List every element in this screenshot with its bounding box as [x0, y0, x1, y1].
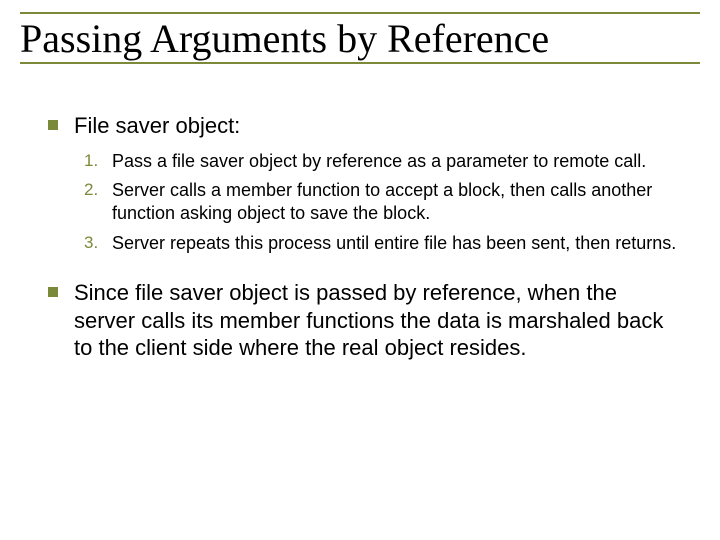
bullet-text: Since file saver object is passed by ref… [74, 279, 680, 362]
square-bullet-icon [48, 120, 58, 130]
bullet-text: File saver object: [74, 112, 240, 140]
slide-body: File saver object: 1. Pass a file saver … [48, 112, 680, 372]
list-text: Pass a file saver object by reference as… [112, 150, 680, 173]
bullet-item: File saver object: [48, 112, 680, 140]
list-number: 2. [84, 179, 106, 201]
list-text: Server repeats this process until entire… [112, 232, 680, 255]
bullet-item: Since file saver object is passed by ref… [48, 279, 680, 362]
slide: Passing Arguments by Reference File save… [0, 0, 720, 540]
slide-title: Passing Arguments by Reference [18, 18, 702, 60]
title-rule-bottom [20, 62, 700, 64]
square-bullet-icon [48, 287, 58, 297]
list-item: 1. Pass a file saver object by reference… [84, 150, 680, 173]
list-item: 3. Server repeats this process until ent… [84, 232, 680, 255]
list-number: 3. [84, 232, 106, 254]
title-rule-top [20, 12, 700, 14]
list-item: 2. Server calls a member function to acc… [84, 179, 680, 226]
list-number: 1. [84, 150, 106, 172]
title-block: Passing Arguments by Reference [18, 12, 702, 64]
list-text: Server calls a member function to accept… [112, 179, 680, 226]
numbered-list: 1. Pass a file saver object by reference… [84, 150, 680, 256]
